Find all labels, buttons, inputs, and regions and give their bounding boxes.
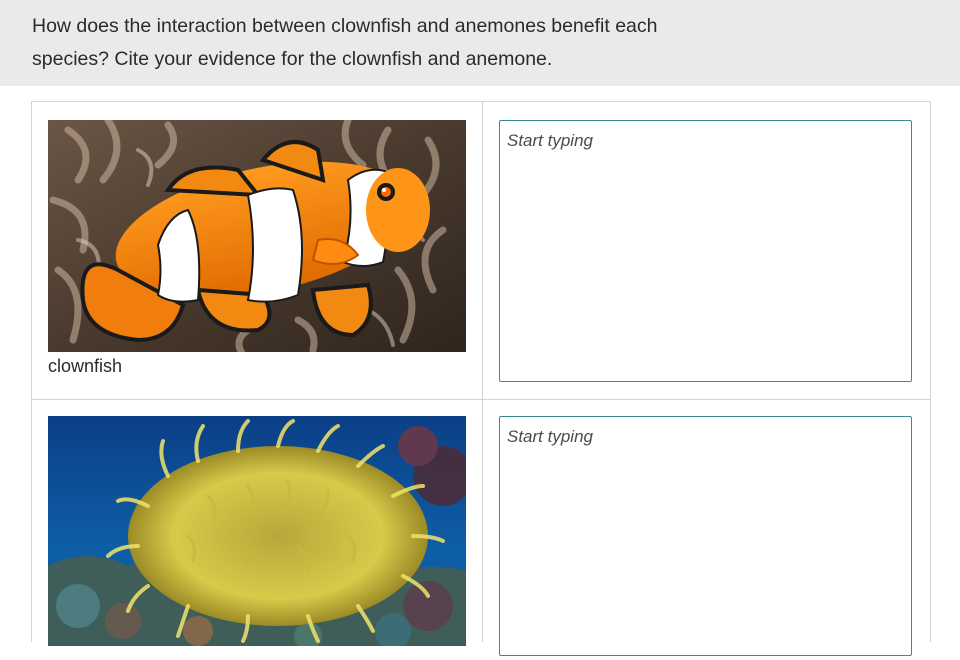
clownfish-answer-input[interactable] [500,121,911,381]
question-prompt-banner: How does the interaction between clownfi… [0,0,960,86]
clownfish-image [48,120,466,352]
anemone-answer-input[interactable] [500,417,911,655]
column-divider [482,102,483,642]
anemone-answer-box[interactable] [499,416,912,656]
clownfish-answer-box[interactable] [499,120,912,382]
response-table: clownfish [31,101,931,656]
question-text: How does the interaction between clownfi… [32,15,658,70]
clownfish-caption: clownfish [48,356,123,376]
anemone-image [48,416,466,646]
row-divider [32,399,930,400]
